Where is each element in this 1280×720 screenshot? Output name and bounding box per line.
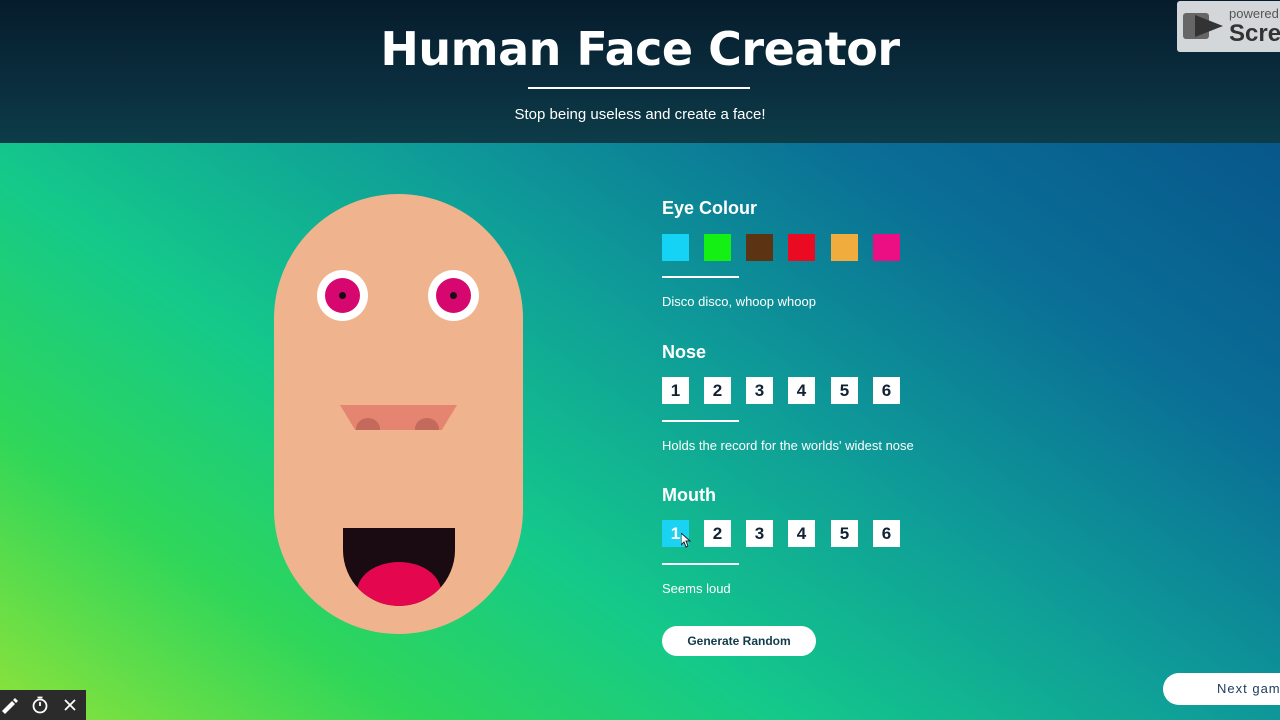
recorder-toolbar bbox=[0, 690, 86, 720]
right-pupil bbox=[450, 292, 457, 299]
generate-random-button[interactable]: Generate Random bbox=[662, 626, 816, 656]
nose-title: Nose bbox=[662, 342, 707, 362]
right-nostril bbox=[415, 418, 439, 430]
close-icon[interactable] bbox=[60, 695, 80, 715]
page-title: Human Face Creator bbox=[380, 22, 900, 76]
face-preview bbox=[274, 194, 523, 634]
mouth-option-5[interactable]: 5 bbox=[831, 520, 858, 547]
tongue bbox=[357, 562, 441, 606]
eye-colour-swatch-6[interactable] bbox=[873, 234, 900, 261]
timer-icon[interactable] bbox=[30, 695, 50, 715]
nose-option-1[interactable]: 1 bbox=[662, 377, 689, 404]
left-eye bbox=[317, 270, 368, 321]
play-logo-icon bbox=[1183, 13, 1223, 39]
eye-colour-description: Disco disco, whoop whoop bbox=[662, 294, 816, 309]
nose-option-5[interactable]: 5 bbox=[831, 377, 858, 404]
nose-option-3[interactable]: 3 bbox=[746, 377, 773, 404]
mouth bbox=[343, 528, 455, 606]
mouth-option-3[interactable]: 3 bbox=[746, 520, 773, 547]
eye-colour-swatch-4[interactable] bbox=[788, 234, 815, 261]
mouth-description: Seems loud bbox=[662, 581, 731, 596]
eye-colour-swatch-2[interactable] bbox=[704, 234, 731, 261]
mouth-option-4[interactable]: 4 bbox=[788, 520, 815, 547]
left-pupil bbox=[339, 292, 346, 299]
nose-option-6[interactable]: 6 bbox=[873, 377, 900, 404]
right-eye bbox=[428, 270, 479, 321]
nose-option-2[interactable]: 2 bbox=[704, 377, 731, 404]
eye-colour-swatch-1[interactable] bbox=[662, 234, 689, 261]
next-game-button[interactable]: Next gam bbox=[1163, 673, 1280, 705]
mouth-option-6[interactable]: 6 bbox=[873, 520, 900, 547]
mouse-cursor-icon bbox=[681, 533, 691, 548]
page-subtitle: Stop being useless and create a face! bbox=[514, 106, 766, 123]
watermark-big-text: Scree bbox=[1229, 20, 1280, 47]
nose bbox=[340, 405, 457, 430]
left-nostril bbox=[356, 418, 380, 430]
watermark-small-text: powered bbox=[1229, 6, 1279, 21]
pen-icon[interactable] bbox=[0, 695, 20, 715]
nose-option-4[interactable]: 4 bbox=[788, 377, 815, 404]
nose-description: Holds the record for the worlds' widest … bbox=[662, 438, 914, 453]
mouth-option-2[interactable]: 2 bbox=[704, 520, 731, 547]
eye-colour-title: Eye Colour bbox=[662, 198, 758, 218]
mouth-divider bbox=[662, 563, 739, 565]
title-underline bbox=[528, 87, 750, 89]
mouth-title: Mouth bbox=[662, 485, 716, 505]
recorder-watermark: powered Scree bbox=[1177, 1, 1280, 52]
eye-colour-swatch-3[interactable] bbox=[746, 234, 773, 261]
nose-divider bbox=[662, 420, 739, 422]
eye-colour-divider bbox=[662, 276, 739, 278]
eye-colour-swatch-5[interactable] bbox=[831, 234, 858, 261]
